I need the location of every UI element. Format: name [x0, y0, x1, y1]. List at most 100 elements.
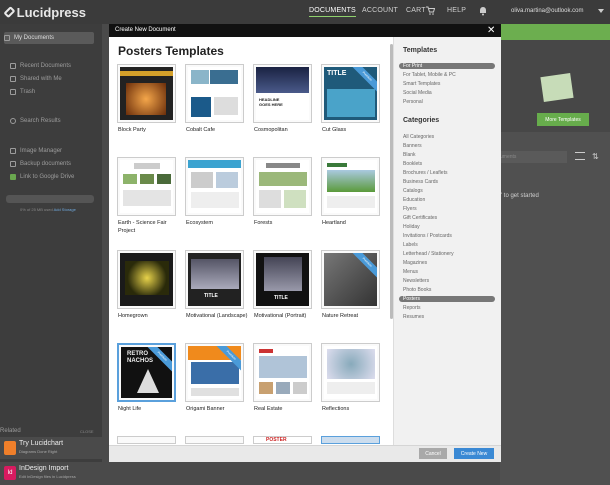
template-label: Block Party [118, 127, 146, 133]
template-partial[interactable]: POSTER [253, 436, 312, 444]
template-reflections[interactable] [321, 343, 380, 402]
category-item[interactable]: Labels [403, 242, 418, 248]
sidebar-item-recent[interactable]: Recent Documents [10, 63, 71, 69]
category-item[interactable]: Letterhead / Stationery [403, 251, 454, 257]
app-logo[interactable]: Lucidpress [3, 3, 86, 21]
template-homegrown[interactable] [117, 250, 176, 309]
category-item[interactable]: All Categories [403, 134, 434, 140]
close-related-link[interactable]: CLOSE [80, 429, 94, 434]
category-item[interactable]: Education [403, 197, 425, 203]
image-icon [10, 148, 16, 154]
category-item[interactable]: Brochures / Leaflets [403, 170, 447, 176]
my-documents-item[interactable]: My Documents [4, 32, 94, 44]
people-icon [10, 76, 16, 82]
trash-icon [10, 89, 16, 95]
add-storage-link[interactable]: Add Storage [54, 207, 76, 212]
template-motivational-portrait[interactable]: TITLE [253, 250, 312, 309]
sort-icon[interactable]: ⇅ [592, 152, 599, 161]
template-origami-banner[interactable]: Premium [185, 343, 244, 402]
storage-used: 0% of 25 MB used [20, 207, 53, 212]
promo-lucidchart[interactable]: Try Lucidchart Diagrams Done Right [0, 437, 102, 459]
close-icon[interactable]: ✕ [487, 25, 495, 36]
template-earth-science[interactable] [117, 157, 176, 216]
dialog-title: Posters Templates [118, 44, 224, 58]
category-item[interactable]: Booklets [403, 161, 422, 167]
category-item[interactable]: Blank [403, 152, 416, 158]
category-item[interactable]: Newsletters [403, 278, 429, 284]
clock-icon [10, 63, 16, 69]
template-block-party[interactable] [117, 64, 176, 123]
cancel-button[interactable]: Cancel [419, 448, 447, 459]
category-item[interactable]: Gift Certificates [403, 215, 437, 221]
template-preview-image [540, 73, 574, 102]
template-partial[interactable] [321, 436, 380, 444]
template-thumbnail [256, 160, 309, 213]
sidebar-item-label: Trash [20, 89, 36, 95]
sidebar-item-backup[interactable]: Backup documents [10, 161, 71, 167]
promo-indesign[interactable]: Id InDesign Import Edit InDesign files i… [0, 462, 102, 485]
dialog-header: Create New Document [109, 24, 501, 37]
nav-help[interactable]: HELP [447, 7, 466, 14]
category-item[interactable]: Photo Books [403, 287, 431, 293]
sidebar-item-label: Image Manager [20, 148, 63, 154]
category-item[interactable]: Magazines [403, 260, 427, 266]
category-item[interactable]: Holiday [403, 224, 420, 230]
lucidchart-icon [4, 441, 16, 455]
nav-documents[interactable]: DOCUMENTS [309, 7, 356, 17]
list-view-icon[interactable] [575, 152, 585, 160]
more-templates-button[interactable]: More Templates [537, 113, 589, 126]
cart-icon[interactable] [425, 6, 435, 15]
storage-bar [6, 195, 94, 203]
category-item-posters[interactable]: Posters [399, 296, 495, 302]
category-item[interactable]: Invitations / Postcards [403, 233, 452, 239]
bell-icon[interactable] [479, 6, 487, 16]
template-label: Nature Retreat [322, 313, 359, 319]
template-night-life[interactable]: RETRO NACHOS Premium [117, 343, 176, 402]
document-search-input[interactable]: uments [497, 151, 567, 163]
nav-account[interactable]: ACCOUNT [362, 7, 398, 14]
sidebar-item-google-drive[interactable]: Link to Google Drive [10, 174, 74, 180]
chevron-down-icon[interactable] [598, 9, 604, 14]
template-motivational-landscape[interactable]: TITLE [185, 250, 244, 309]
category-item[interactable]: Resumes [403, 314, 424, 320]
create-new-button[interactable]: Create New [454, 448, 494, 459]
category-item[interactable]: Flyers [403, 206, 417, 212]
storage-text: 0% of 25 MB used Add Storage [20, 207, 76, 212]
template-thumbnail: TITLE [188, 253, 241, 306]
template-thumbnail [256, 346, 309, 399]
template-partial[interactable] [117, 436, 176, 444]
category-item[interactable]: Business Cards [403, 179, 438, 185]
category-item[interactable]: Catalogs [403, 188, 423, 194]
template-thumbnail: Premium [324, 253, 377, 306]
template-cosmopolitan[interactable]: HEADLINE GOES HERE [253, 64, 312, 123]
template-real-estate[interactable] [253, 343, 312, 402]
template-label: Heartland [322, 220, 346, 226]
category-item[interactable]: Banners [403, 143, 422, 149]
template-cut-glass[interactable]: TITLE Premium [321, 64, 380, 123]
template-forests[interactable] [253, 157, 312, 216]
template-thumbnail [324, 346, 377, 399]
template-nature-retreat[interactable]: Premium [321, 250, 380, 309]
template-type-social[interactable]: Social Media [403, 90, 432, 96]
thumb-title: TITLE [274, 295, 288, 301]
folder-icon [4, 35, 10, 41]
template-type-for-print[interactable]: For Print [399, 63, 495, 69]
related-heading: Related [0, 428, 21, 434]
sidebar-item-label: Link to Google Drive [20, 174, 75, 180]
template-thumbnail [120, 253, 173, 306]
sidebar-item-trash[interactable]: Trash [10, 89, 35, 95]
template-type-smart[interactable]: Smart Templates [403, 81, 440, 87]
sidebar-item-search[interactable]: Search Results [10, 118, 61, 124]
template-type-personal[interactable]: Personal [403, 99, 423, 105]
category-item[interactable]: Menus [403, 269, 418, 275]
user-email[interactable]: oliva.martina@outlook.com [511, 8, 583, 14]
sidebar-item-shared[interactable]: Shared with Me [10, 76, 62, 82]
nav-cart[interactable]: CART [406, 7, 426, 14]
template-type-tablet[interactable]: For Tablet, Mobile & PC [403, 72, 456, 78]
template-heartland[interactable] [321, 157, 380, 216]
template-cobalt-cafe[interactable] [185, 64, 244, 123]
template-partial[interactable] [185, 436, 244, 444]
template-ecosystem[interactable] [185, 157, 244, 216]
sidebar-item-image-manager[interactable]: Image Manager [10, 148, 62, 154]
category-item[interactable]: Reports [403, 305, 421, 311]
